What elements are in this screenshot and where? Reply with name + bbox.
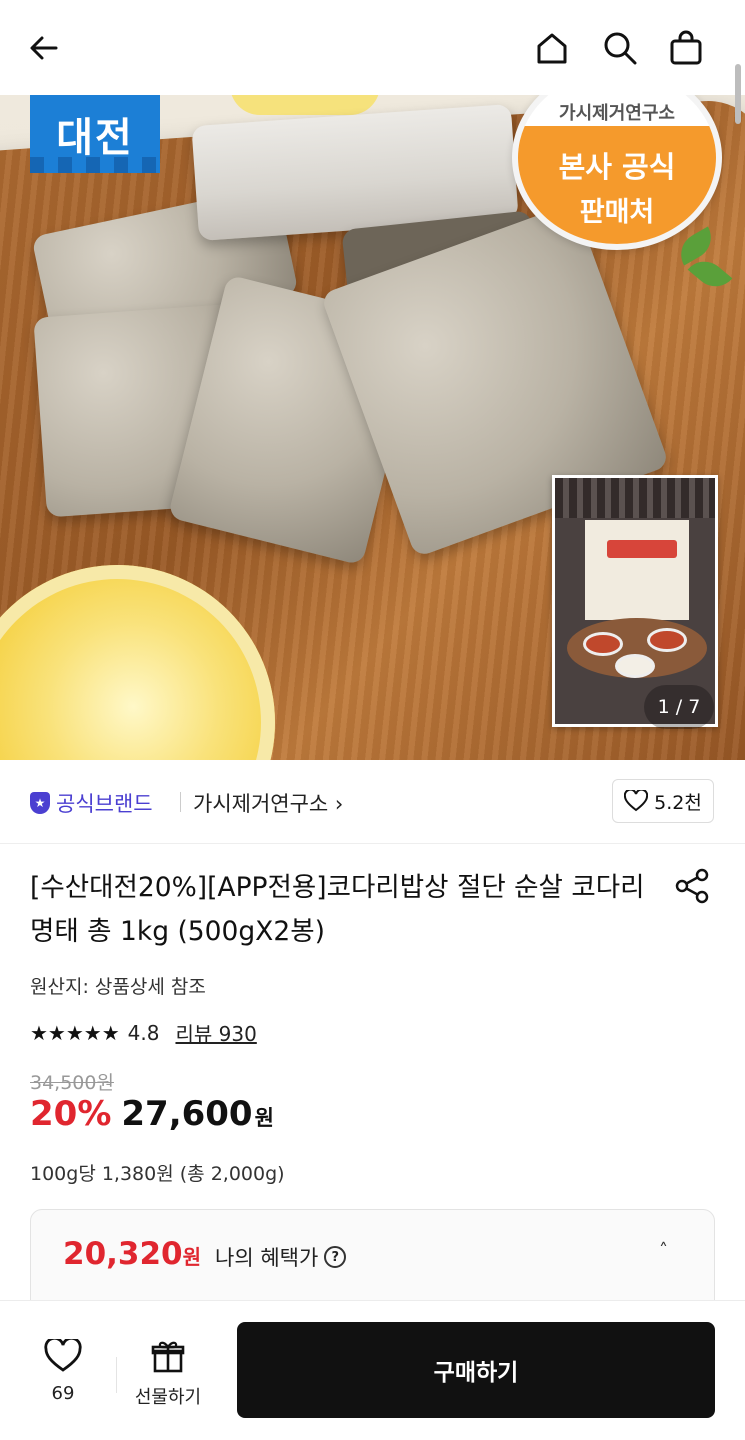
chevron-up-icon[interactable]: ˄ bbox=[659, 1240, 668, 1261]
top-navigation-bar bbox=[0, 0, 745, 95]
wishlist-count: 69 bbox=[51, 1383, 75, 1404]
share-icon[interactable] bbox=[672, 866, 712, 906]
benefit-price: 20,320원 bbox=[63, 1236, 202, 1272]
official-seller-seal: 가시제거연구소 본사 공식 판매처 bbox=[512, 95, 722, 250]
star-rating-icon: ★★★★★ bbox=[30, 1020, 120, 1045]
gift-icon bbox=[151, 1341, 185, 1373]
seafood-festival-badge: 대전 bbox=[30, 95, 160, 173]
price-row: 20% 27,600 원 bbox=[30, 1094, 274, 1134]
brand-row: ★ 공식브랜드 가시제거연구소 › 5.2천 bbox=[0, 760, 745, 844]
benefit-label: 나의 혜택가 ? bbox=[215, 1242, 347, 1272]
back-arrow-icon[interactable] bbox=[20, 24, 68, 72]
official-brand-label: 공식브랜드 bbox=[56, 792, 153, 816]
home-icon[interactable] bbox=[528, 24, 576, 72]
sale-price: 27,600 bbox=[121, 1094, 253, 1134]
discount-rate: 20% bbox=[30, 1094, 112, 1134]
search-icon[interactable] bbox=[596, 24, 644, 72]
seal-line1: 본사 공식 bbox=[558, 150, 676, 184]
lemon-slice-top bbox=[230, 95, 380, 115]
divider bbox=[180, 792, 181, 812]
star-shield-icon: ★ bbox=[30, 792, 50, 814]
wishlist-button[interactable]: 69 bbox=[30, 1336, 96, 1404]
original-price: 34,500원 bbox=[30, 1072, 114, 1094]
rating-value: 4.8 bbox=[127, 1020, 160, 1045]
image-counter: 1 / 7 bbox=[644, 685, 714, 729]
help-icon[interactable]: ? bbox=[324, 1246, 347, 1268]
seal-brand-text: 가시제거연구소 bbox=[559, 103, 675, 124]
like-button[interactable]: 5.2천 bbox=[612, 779, 714, 823]
buy-button[interactable]: 구매하기 bbox=[237, 1322, 715, 1418]
price-unit: 원 bbox=[254, 1106, 274, 1130]
unit-price: 100g당 1,380원 (총 2,000g) bbox=[30, 1163, 285, 1185]
heart-icon bbox=[624, 790, 649, 812]
product-image-carousel[interactable]: 대전 가시제거연구소 본사 공식 판매처 1 / 7 bbox=[0, 95, 745, 760]
origin-info: 원산지: 상품상세 참조 bbox=[30, 976, 206, 998]
seal-line2: 판매처 bbox=[579, 197, 655, 228]
gift-label: 선물하기 bbox=[134, 1387, 202, 1408]
bottom-action-bar: 69 선물하기 구매하기 bbox=[0, 1300, 745, 1440]
official-brand-badge: ★ 공식브랜드 bbox=[30, 788, 153, 818]
divider bbox=[116, 1357, 117, 1393]
scrollbar[interactable] bbox=[735, 64, 741, 124]
store-link[interactable]: 가시제거연구소 › bbox=[193, 788, 343, 818]
gift-button[interactable]: 선물하기 bbox=[128, 1339, 208, 1409]
like-count: 5.2천 bbox=[654, 791, 702, 814]
shopping-bag-icon[interactable] bbox=[662, 24, 710, 72]
review-link[interactable]: 리뷰 930 bbox=[175, 1018, 256, 1047]
rating-row: ★★★★★ 4.8 리뷰 930 bbox=[30, 1018, 257, 1047]
heart-icon bbox=[44, 1336, 82, 1372]
product-title: [수산대전20%][APP전용]코다리밥상 절단 순살 코다리 명태 총 1kg… bbox=[30, 872, 645, 947]
